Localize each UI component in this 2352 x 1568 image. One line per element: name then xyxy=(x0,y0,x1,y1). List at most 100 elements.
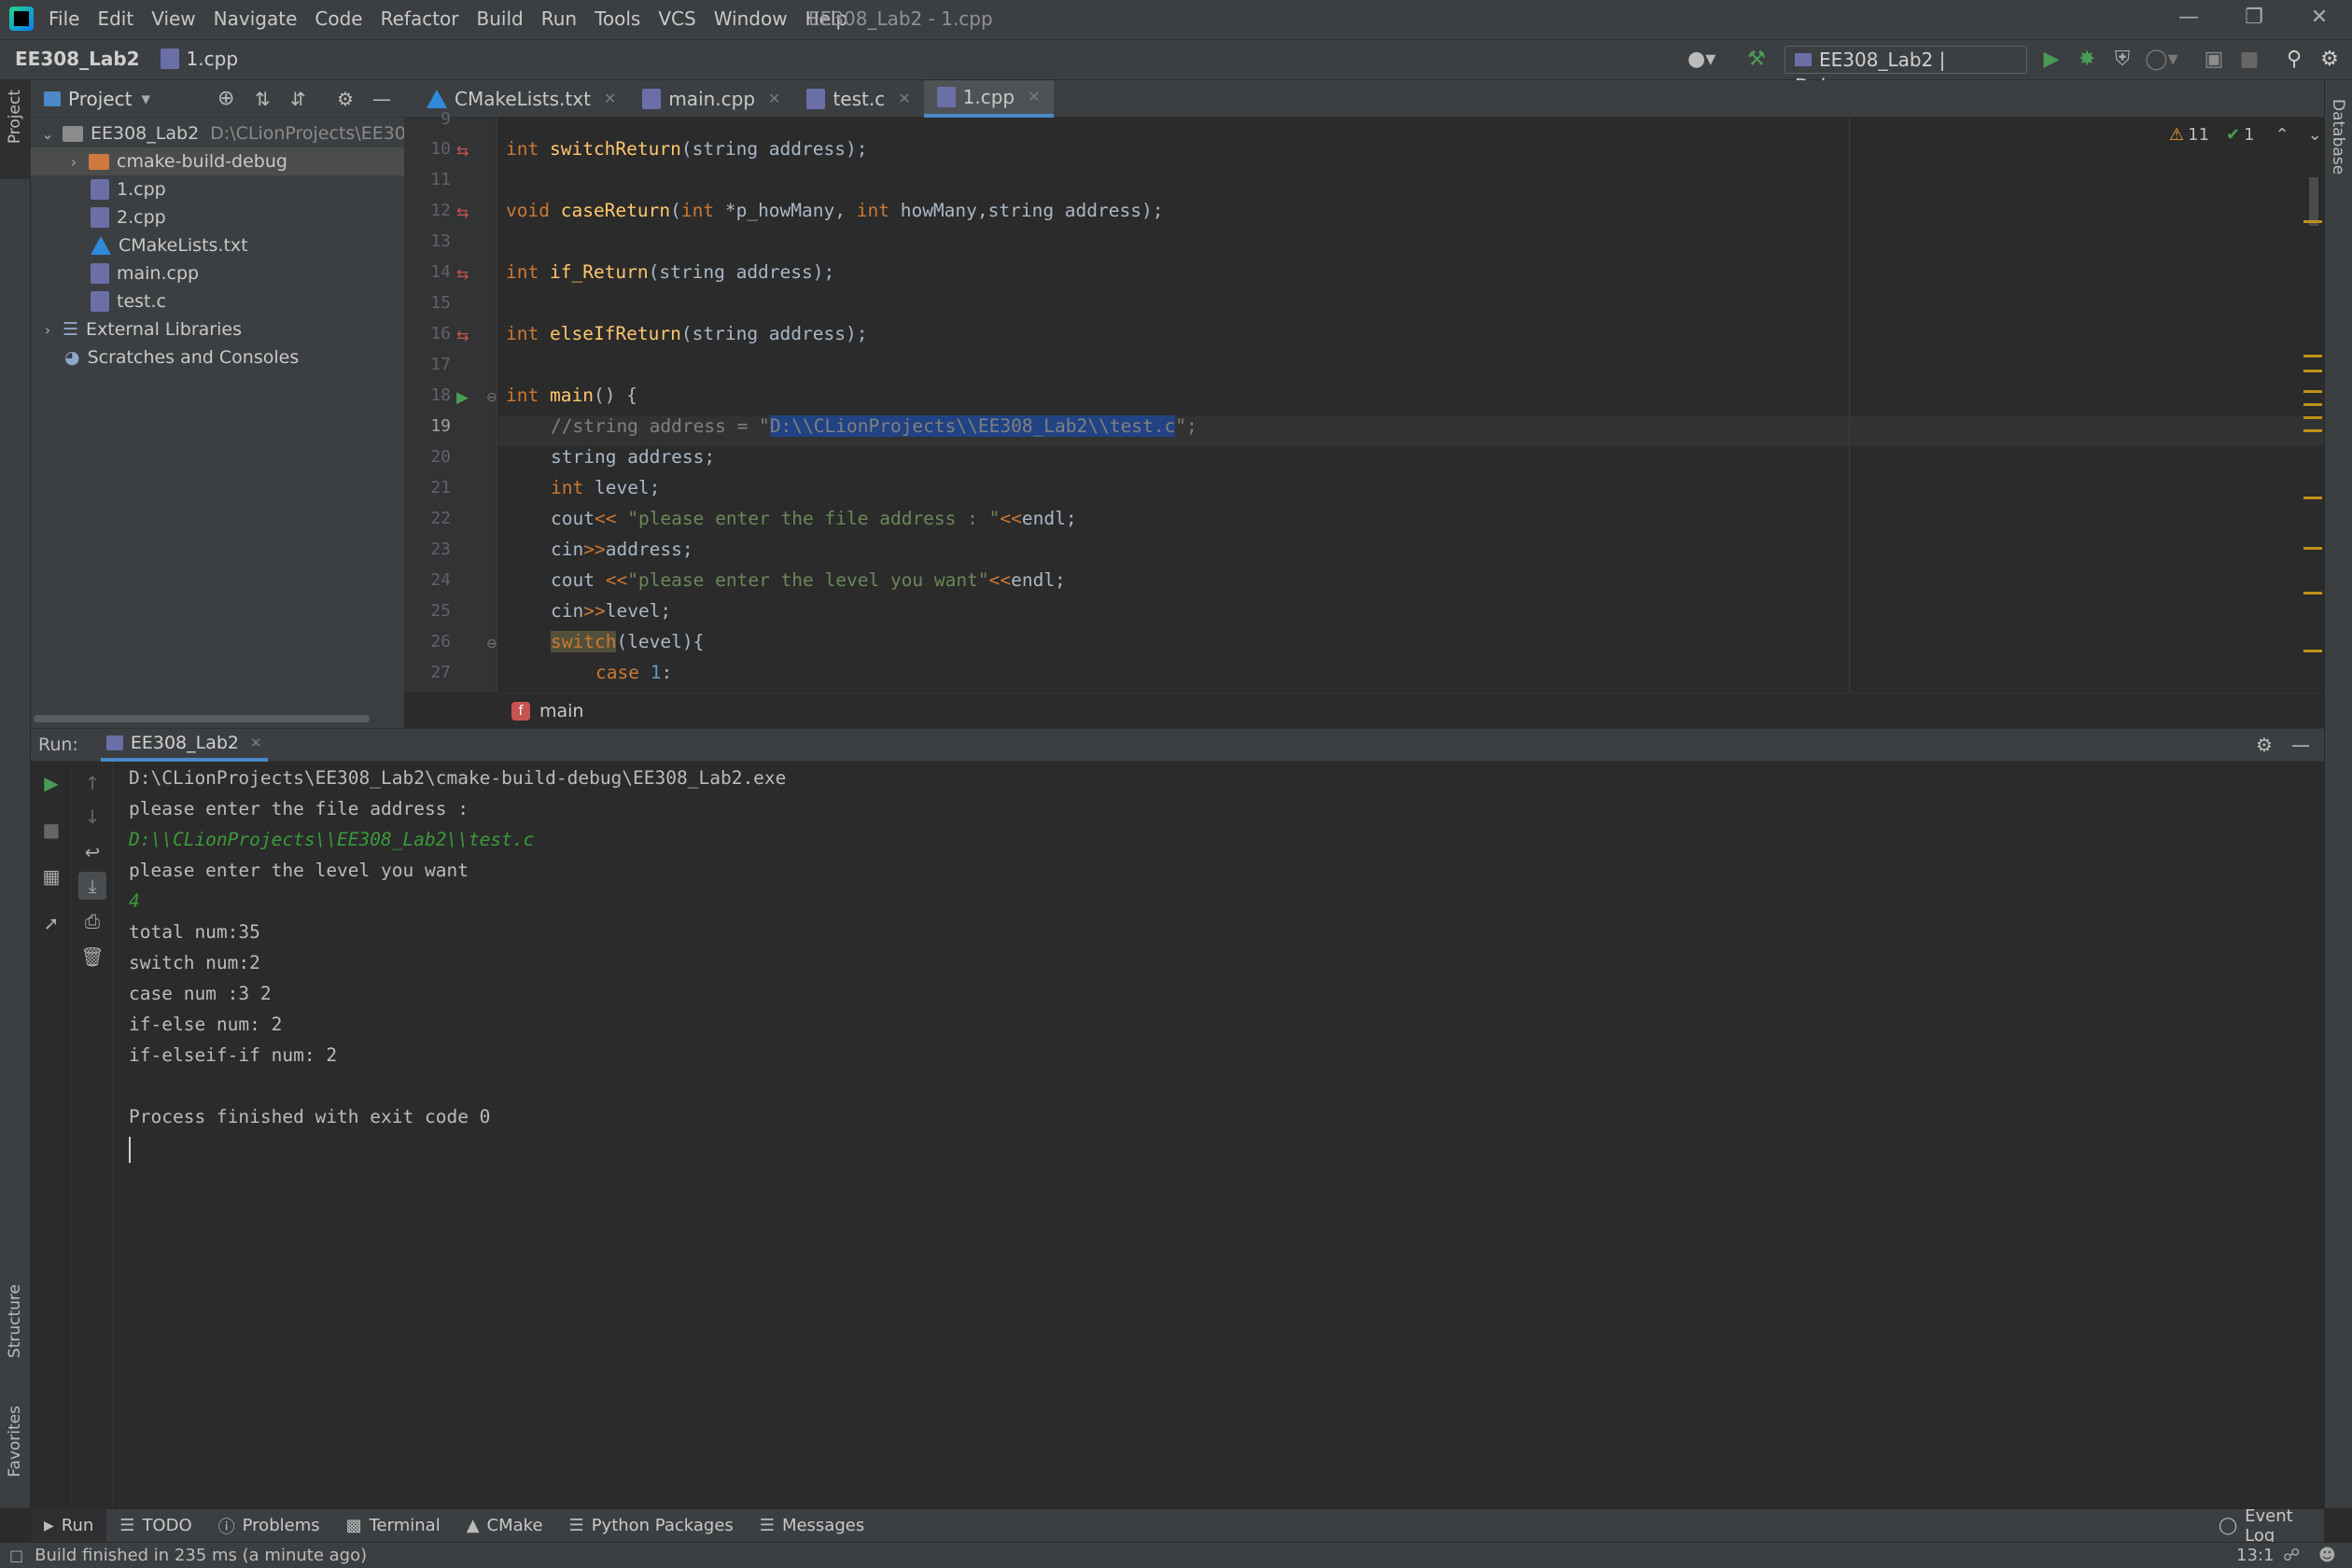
close-icon[interactable]: ✕ xyxy=(768,90,780,107)
status-toggle-icon[interactable]: □ xyxy=(9,1547,23,1564)
fold-icon[interactable]: ⊖ xyxy=(486,637,497,651)
up-arrow-icon[interactable]: ↑ xyxy=(78,769,106,797)
scrollbar-thumb[interactable] xyxy=(2309,177,2318,226)
database-tool-button[interactable]: Database xyxy=(2329,99,2347,175)
menu-edit[interactable]: Edit xyxy=(97,7,133,30)
close-icon[interactable]: ✕ xyxy=(1028,88,1040,105)
menu-run[interactable]: Run xyxy=(541,7,577,30)
menu-refactor[interactable]: Refactor xyxy=(381,7,459,30)
close-icon[interactable]: ✕ xyxy=(250,735,262,751)
override-arrows-icon[interactable]: ⇆ xyxy=(456,327,469,344)
caret-position[interactable]: 13:1 xyxy=(2236,1546,2274,1565)
tree-item-external-libraries[interactable]: › ☰ External Libraries xyxy=(38,315,242,343)
menu-code[interactable]: Code xyxy=(315,7,362,30)
menu-view[interactable]: View xyxy=(151,7,195,30)
tree-item-test-c[interactable]: test.c xyxy=(91,287,166,315)
override-arrows-icon[interactable]: ⇆ xyxy=(456,265,469,283)
close-icon[interactable]: ✕ xyxy=(604,90,616,107)
tree-item-main-cpp[interactable]: main.cpp xyxy=(91,259,199,287)
restore-button[interactable]: ❐ xyxy=(2238,6,2270,34)
tree-item-cmakelists[interactable]: CMakeLists.txt xyxy=(91,231,248,259)
previous-highlight-icon[interactable]: ⌃ xyxy=(2275,125,2289,145)
menu-file[interactable]: File xyxy=(49,7,79,30)
menu-build[interactable]: Build xyxy=(477,7,524,30)
tool-tab-todo[interactable]: ☰ TODO xyxy=(106,1509,204,1543)
debug-icon[interactable]: ✸ xyxy=(2074,47,2100,73)
run-settings-gear-icon[interactable]: ⚙ xyxy=(2256,734,2273,756)
lock-icon[interactable]: ☍ xyxy=(2283,1546,2300,1565)
warning-stripe-marker[interactable] xyxy=(2303,592,2322,595)
locate-target-icon[interactable]: ⊕ xyxy=(217,87,234,110)
warning-stripe-marker[interactable] xyxy=(2303,429,2322,432)
build-hammer-icon[interactable]: ⚒ xyxy=(1743,47,1770,73)
warning-stripe-marker[interactable] xyxy=(2303,497,2322,499)
menu-tools[interactable]: Tools xyxy=(595,7,640,30)
hide-panel-icon[interactable]: — xyxy=(2291,734,2310,756)
run-tab[interactable]: EE308_Lab2 ✕ xyxy=(100,728,268,762)
code-editor[interactable]: int switchReturn(string address); void c… xyxy=(498,118,2324,693)
warning-stripe-marker[interactable] xyxy=(2303,370,2322,372)
warning-stripe-marker[interactable] xyxy=(2303,547,2322,550)
warning-stripe-marker[interactable] xyxy=(2303,403,2322,406)
tree-root[interactable]: ⌄ EE308_Lab2 D:\CLionProjects\EE308_L xyxy=(38,119,436,147)
warning-stripe-marker[interactable] xyxy=(2303,355,2322,357)
layout-icon[interactable]: ▦ xyxy=(37,862,65,890)
tool-tab-messages[interactable]: ☰ Messages xyxy=(747,1509,877,1543)
tool-tab-event-log[interactable]: ◯ Event Log xyxy=(2205,1506,2324,1546)
soft-wrap-icon[interactable]: ↩ xyxy=(78,838,106,866)
tab-test-c[interactable]: test.c ✕ xyxy=(793,80,923,118)
inspection-widget[interactable]: ⚠ 11 ✔ 1 ⌃ ⌄ xyxy=(2169,125,2322,145)
collapse-all-icon[interactable]: ⇵ xyxy=(290,88,306,110)
tool-tab-python-packages[interactable]: ☰ Python Packages xyxy=(556,1509,747,1543)
override-arrows-icon[interactable]: ⇆ xyxy=(456,203,469,221)
next-highlight-icon[interactable]: ⌄ xyxy=(2308,125,2322,145)
run-icon[interactable]: ▶ xyxy=(2038,47,2065,73)
close-window-button[interactable]: ✕ xyxy=(2303,6,2335,34)
user-account-icon[interactable]: ●▾ xyxy=(1687,47,1715,73)
print-icon[interactable]: ⎙ xyxy=(78,907,106,935)
scroll-to-end-icon[interactable]: ⤓ xyxy=(78,872,106,900)
favorites-tool-button[interactable]: Favorites xyxy=(6,1406,24,1477)
expand-all-icon[interactable]: ⇅ xyxy=(255,88,271,110)
tree-item-2-cpp[interactable]: 2.cpp xyxy=(91,203,166,231)
tool-tab-problems[interactable]: ⓘ Problems xyxy=(205,1509,333,1543)
project-tool-button[interactable]: Project xyxy=(0,80,31,179)
warning-stripe-marker[interactable] xyxy=(2303,416,2322,419)
tool-tab-run[interactable]: ▶ Run xyxy=(31,1508,107,1543)
pin-icon[interactable]: ➚ xyxy=(37,909,65,937)
breadcrumb-project[interactable]: EE308_Lab2 xyxy=(15,48,140,70)
tab-main-cpp[interactable]: main.cpp ✕ xyxy=(629,80,793,118)
run-configuration-select[interactable]: EE308_Lab2 | Debug▾ xyxy=(1785,46,2027,97)
override-arrows-icon[interactable]: ⇆ xyxy=(456,142,469,160)
project-horizontal-scrollbar[interactable] xyxy=(34,715,370,722)
search-icon[interactable]: ⚲ xyxy=(2281,47,2307,73)
hide-panel-icon[interactable]: — xyxy=(372,88,391,110)
clear-trash-icon[interactable]: 🗑 xyxy=(78,943,106,971)
close-icon[interactable]: ✕ xyxy=(898,90,910,107)
minimize-button[interactable]: — xyxy=(2173,6,2205,34)
settings-gear-icon[interactable]: ⚙ xyxy=(2317,47,2343,73)
coverage-icon[interactable]: ⛨ xyxy=(2109,47,2135,73)
run-gutter-icon[interactable]: ▶ xyxy=(456,388,469,407)
menu-navigate[interactable]: Navigate xyxy=(214,7,298,30)
tab-1-cpp[interactable]: 1.cpp ✕ xyxy=(923,79,1054,118)
structure-tool-button[interactable]: Structure xyxy=(6,1284,24,1358)
menu-window[interactable]: Window xyxy=(714,7,788,30)
down-arrow-icon[interactable]: ↓ xyxy=(78,803,106,831)
tool-tab-cmake[interactable]: ▲ CMake xyxy=(454,1509,556,1543)
breadcrumb-function[interactable]: main xyxy=(539,701,583,721)
panel-settings-gear-icon[interactable]: ⚙ xyxy=(337,88,354,110)
tree-item-1-cpp[interactable]: 1.cpp xyxy=(91,175,166,203)
attach-icon[interactable]: ▣ xyxy=(2201,47,2227,73)
warning-stripe-marker[interactable] xyxy=(2303,650,2322,652)
rerun-icon[interactable]: ▶ xyxy=(37,769,65,797)
tree-item-scratches[interactable]: ◕ Scratches and Consoles xyxy=(64,343,299,371)
project-view-select[interactable]: Project xyxy=(68,88,132,110)
breadcrumb-file[interactable]: 1.cpp xyxy=(187,48,238,70)
console-output[interactable]: D:\CLionProjects\EE308_Lab2\cmake-build-… xyxy=(114,762,2324,1508)
inspector-icon[interactable]: ☻ xyxy=(2318,1546,2336,1565)
menu-vcs[interactable]: VCS xyxy=(658,7,695,30)
stop-icon[interactable]: ■ xyxy=(2236,47,2262,73)
stop-icon[interactable]: ■ xyxy=(37,816,65,844)
profile-icon[interactable]: ◯▾ xyxy=(2145,47,2178,73)
